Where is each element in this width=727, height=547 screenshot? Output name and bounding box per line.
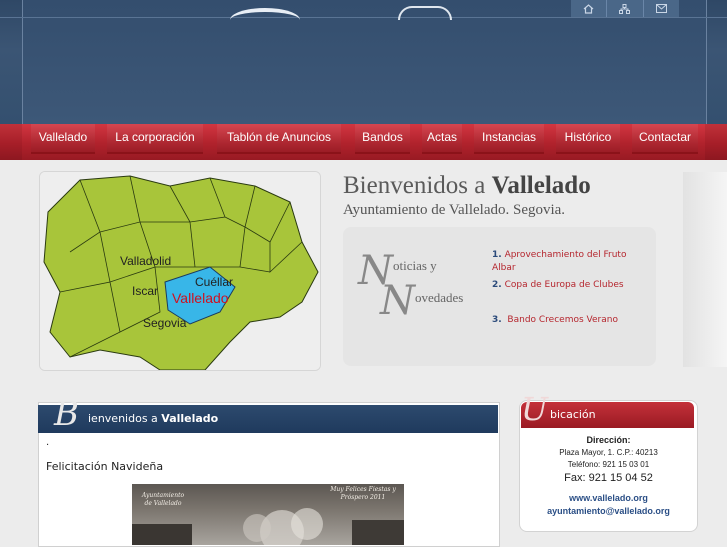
map-label-valladolid: Valladolid bbox=[120, 254, 172, 268]
card-right-text: Muy Felices Fiestas y Próspero 2011 bbox=[330, 486, 396, 501]
post-title[interactable]: Felicitación Navideña bbox=[46, 460, 163, 473]
news-heading: Noticias y Novedades bbox=[358, 248, 463, 334]
nav-item-corporacion[interactable]: La corporación bbox=[107, 124, 203, 154]
main-nav-inner: Vallelado La corporación Tablón de Anunc… bbox=[22, 124, 705, 160]
right-shade bbox=[683, 172, 727, 367]
sitemap-icon[interactable] bbox=[606, 0, 642, 17]
content-header-bold: Vallelado bbox=[161, 412, 219, 425]
header-divider bbox=[0, 17, 727, 18]
content-header-text: ienvenidos a bbox=[88, 412, 162, 425]
mail-icon[interactable] bbox=[642, 0, 679, 17]
nav-item-instancias[interactable]: Instancias bbox=[474, 124, 544, 154]
content-header-title: ienvenidos a Vallelado bbox=[88, 412, 218, 425]
address-text: Plaza Mayor, 1. C.P.: 40213 bbox=[559, 448, 658, 457]
welcome-subtitle: Ayuntamiento de Vallelado. Segovia. bbox=[343, 202, 566, 218]
nav-item-tablon[interactable]: Tablón de Anuncios bbox=[217, 124, 341, 154]
news-item-number: 3. bbox=[492, 315, 502, 325]
email-link[interactable]: ayuntamiento@vallelado.org bbox=[519, 506, 698, 516]
news-item[interactable]: 3. Bando Crecemos Verano bbox=[492, 314, 618, 327]
news-item-number: 1. bbox=[492, 250, 502, 260]
news-heading-cap2: N bbox=[380, 278, 415, 324]
nav-item-bandos[interactable]: Bandos bbox=[355, 124, 410, 154]
ubicacion-cap: U bbox=[521, 390, 548, 428]
map-label-cuellar: Cuéllar bbox=[195, 275, 234, 289]
news-heading-word1: oticias y bbox=[393, 258, 437, 273]
nav-item-vallelado[interactable]: Vallelado bbox=[31, 124, 95, 154]
news-item-number: 2. bbox=[492, 280, 502, 290]
map-label-segovia: Segovia bbox=[143, 316, 187, 330]
main-nav: Vallelado La corporación Tablón de Anunc… bbox=[0, 124, 727, 160]
website-link[interactable]: www.vallelado.org bbox=[519, 493, 698, 503]
map-graphic bbox=[40, 172, 320, 370]
nav-item-actas[interactable]: Actas bbox=[422, 124, 462, 154]
news-item-link[interactable]: Aprovechamiento del Fruto Albar bbox=[492, 250, 626, 273]
nav-item-contactar[interactable]: Contactar bbox=[632, 124, 698, 154]
crest-icon bbox=[398, 6, 452, 20]
nav-item-historico[interactable]: Histórico bbox=[556, 124, 620, 154]
card-left-text: Ayuntamiento de Vallelado bbox=[141, 492, 185, 507]
news-item-link[interactable]: Copa de Europa de Clubes bbox=[505, 280, 624, 290]
logo-arc-icon bbox=[230, 8, 300, 32]
telefono-text: Teléfono: 921 15 03 01 bbox=[567, 460, 650, 469]
ubicacion-title: bicación bbox=[550, 408, 596, 421]
news-item[interactable]: 1. Aprovechamiento del Fruto Albar bbox=[492, 249, 642, 275]
welcome-title: Bienvenidos a Vallelado bbox=[343, 172, 591, 200]
direccion-label: Dirección: bbox=[586, 435, 631, 445]
header-frame bbox=[22, 0, 707, 124]
top-utility-bar bbox=[571, 0, 679, 17]
news-item[interactable]: 2. Copa de Europa de Clubes bbox=[492, 279, 624, 292]
fax-text: Fax: 921 15 04 52 bbox=[564, 472, 653, 484]
map-label-iscar: Iscar bbox=[132, 284, 159, 298]
news-heading-word2: ovedades bbox=[415, 290, 464, 305]
map-label-vallelado: Vallelado bbox=[172, 290, 229, 306]
christmas-card-image: Ayuntamiento de Vallelado Muy Felices Fi… bbox=[132, 484, 404, 545]
home-icon[interactable] bbox=[571, 0, 606, 17]
region-map: Valladolid Iscar Cuéllar Vallelado Segov… bbox=[39, 171, 321, 371]
news-item-link[interactable]: Bando Crecemos Verano bbox=[507, 315, 618, 325]
content-dot: . bbox=[46, 437, 50, 448]
welcome-title-prefix: Bienvenidos a bbox=[343, 172, 492, 199]
welcome-title-bold: Vallelado bbox=[491, 172, 591, 199]
content-header-cap: B bbox=[54, 394, 79, 434]
